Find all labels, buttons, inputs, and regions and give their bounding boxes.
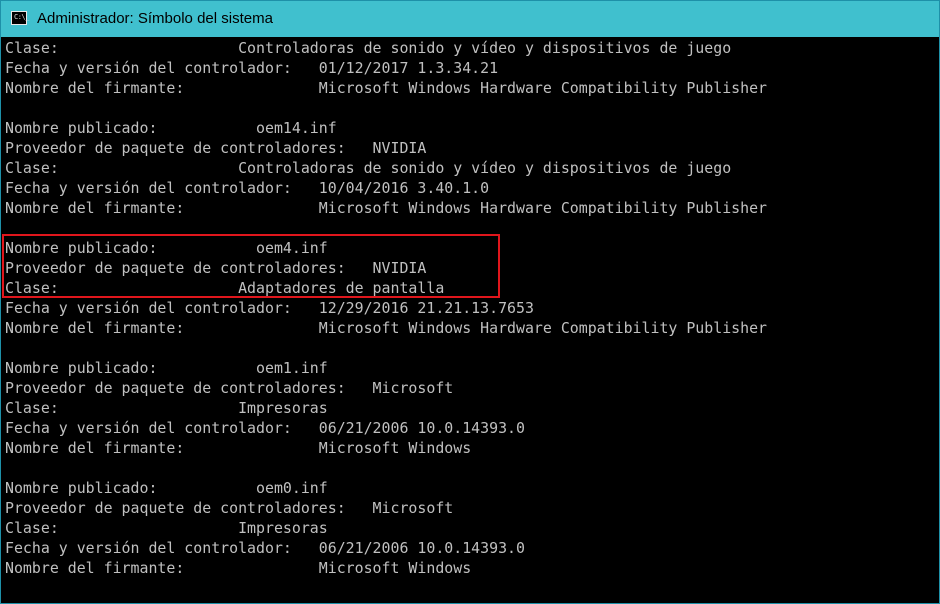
console-line: Nombre publicado: oem14.inf (5, 119, 337, 137)
title-bar[interactable]: C:\_ Administrador: Símbolo del sistema (1, 1, 939, 37)
console-line: Proveedor de paquete de controladores: N… (5, 259, 427, 277)
console-line: Clase: Impresoras (5, 519, 328, 537)
console-icon[interactable]: C:\_ (11, 11, 29, 25)
console-output[interactable]: Clase: Controladoras de sonido y vídeo y… (5, 38, 939, 603)
console-line: Fecha y versión del controlador: 01/12/2… (5, 59, 499, 77)
console-line: Clase: Controladoras de sonido y vídeo y… (5, 159, 732, 177)
console-line: Proveedor de paquete de controladores: M… (5, 379, 454, 397)
console-line: Fecha y versión del controlador: 12/29/2… (5, 299, 534, 317)
console-line: Nombre del firmante: Microsoft Windows (5, 439, 472, 457)
console-line: Proveedor de paquete de controladores: M… (5, 499, 454, 517)
console-line: Clase: Adaptadores de pantalla (5, 279, 445, 297)
console-line: Nombre del firmante: Microsoft Windows H… (5, 319, 768, 337)
console-line: Clase: Impresoras (5, 399, 328, 417)
console-line: Nombre publicado: oem0.inf (5, 479, 328, 497)
console-line: Nombre publicado: oem1.inf (5, 359, 328, 377)
console-line: Nombre del firmante: Microsoft Windows (5, 559, 472, 577)
console-line: Fecha y versión del controlador: 06/21/2… (5, 539, 525, 557)
console-line: Fecha y versión del controlador: 06/21/2… (5, 419, 525, 437)
console-line: Fecha y versión del controlador: 10/04/2… (5, 179, 490, 197)
console-line: Nombre del firmante: Microsoft Windows H… (5, 199, 768, 217)
console-line: Proveedor de paquete de controladores: N… (5, 139, 427, 157)
console-line: Clase: Controladoras de sonido y vídeo y… (5, 39, 732, 57)
window-title: Administrador: Símbolo del sistema (37, 10, 273, 27)
console-line: Nombre publicado: oem4.inf (5, 239, 328, 257)
command-prompt-window: C:\_ Administrador: Símbolo del sistema … (0, 0, 940, 604)
console-line: Nombre del firmante: Microsoft Windows H… (5, 79, 768, 97)
console-icon-glyph: C:\_ (14, 13, 29, 21)
